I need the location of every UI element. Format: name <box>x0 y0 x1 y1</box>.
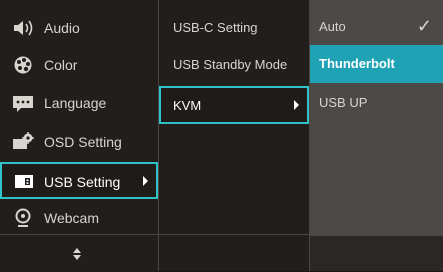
option-label: Thunderbolt <box>319 56 395 71</box>
menu-item-label: Webcam <box>44 210 99 226</box>
main-menu: Audio Color Language OSD Setting USB Set… <box>0 0 158 271</box>
palette-icon <box>14 56 32 74</box>
sub-item-label: USB Standby Mode <box>173 57 288 72</box>
options-footer <box>310 236 443 271</box>
options-menu: Auto ✓ Thunderbolt USB UP <box>310 0 443 271</box>
sub-item-usb-c-setting[interactable]: USB-C Setting <box>159 10 309 46</box>
menu-item-language[interactable]: Language <box>0 85 158 121</box>
up-down-icon <box>73 248 81 260</box>
sub-item-label: USB-C Setting <box>173 20 258 35</box>
speaker-icon <box>14 20 33 36</box>
option-auto[interactable]: Auto ✓ <box>310 9 443 45</box>
speech-bubble-icon <box>13 96 33 112</box>
menu-item-osd-setting[interactable]: OSD Setting <box>0 124 158 160</box>
menu-item-label: Color <box>44 57 78 73</box>
webcam-icon <box>15 208 31 227</box>
menu-item-color[interactable]: Color <box>0 47 158 83</box>
menu-item-label: Language <box>44 95 107 111</box>
chevron-right-icon <box>143 176 148 186</box>
menu-item-webcam[interactable]: Webcam <box>0 200 158 236</box>
menu-item-label: OSD Setting <box>44 134 122 150</box>
checkmark-icon: ✓ <box>416 16 432 36</box>
usb-icon <box>15 175 33 188</box>
navigation-footer <box>0 234 158 272</box>
option-usb-up[interactable]: USB UP <box>310 85 443 121</box>
chevron-right-icon <box>294 100 299 110</box>
option-thunderbolt[interactable]: Thunderbolt <box>310 45 443 83</box>
monitor-gear-icon <box>13 132 34 149</box>
option-label: USB UP <box>319 95 368 110</box>
sub-menu-footer <box>159 234 309 272</box>
menu-item-label: Audio <box>44 20 80 36</box>
sub-item-usb-standby-mode[interactable]: USB Standby Mode <box>159 47 309 83</box>
osd-menu: Audio Color Language OSD Setting USB Set… <box>0 0 443 272</box>
sub-menu: USB-C Setting USB Standby Mode KVM <box>159 0 309 271</box>
menu-item-audio[interactable]: Audio <box>0 10 158 46</box>
menu-item-label: USB Setting <box>44 174 121 190</box>
menu-item-usb-setting[interactable]: USB Setting <box>0 162 158 199</box>
option-label: Auto <box>319 19 346 34</box>
sub-item-kvm[interactable]: KVM <box>159 86 309 124</box>
sub-item-label: KVM <box>173 98 202 113</box>
